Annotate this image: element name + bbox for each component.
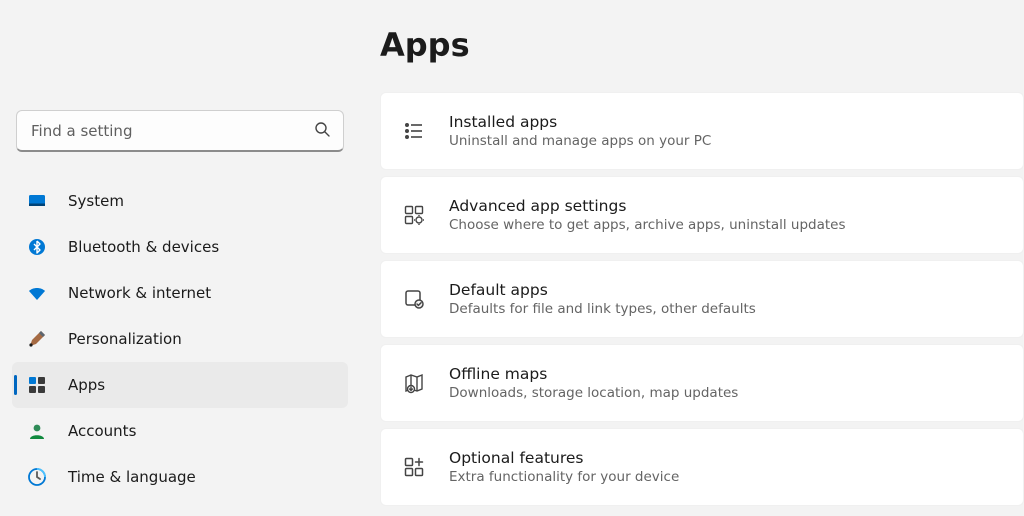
card-subtitle: Extra functionality for your device (449, 469, 679, 485)
card-subtitle: Choose where to get apps, archive apps, … (449, 217, 846, 233)
nav-item-label: Bluetooth & devices (68, 238, 219, 256)
offline-maps-icon (401, 370, 427, 396)
search-icon (314, 121, 330, 141)
nav-item-apps[interactable]: Apps (12, 362, 348, 408)
system-icon (26, 190, 48, 212)
card-text: Optional features Extra functionality fo… (449, 449, 679, 485)
nav-item-label: Network & internet (68, 284, 211, 302)
search-container (16, 110, 344, 152)
nav-item-label: Time & language (68, 468, 196, 486)
card-subtitle: Downloads, storage location, map updates (449, 385, 738, 401)
nav-item-accounts[interactable]: Accounts (12, 408, 348, 454)
apps-icon (26, 374, 48, 396)
cards-list: Installed apps Uninstall and manage apps… (380, 92, 1024, 506)
card-title: Installed apps (449, 113, 711, 131)
nav-item-time-language[interactable]: Time & language (12, 454, 348, 500)
time-language-icon (26, 466, 48, 488)
card-advanced-app-settings[interactable]: Advanced app settings Choose where to ge… (380, 176, 1024, 254)
default-apps-icon (401, 286, 427, 312)
optional-features-icon (401, 454, 427, 480)
bluetooth-icon (26, 236, 48, 258)
card-text: Installed apps Uninstall and manage apps… (449, 113, 711, 149)
nav-item-label: Apps (68, 376, 105, 394)
nav-item-personalization[interactable]: Personalization (12, 316, 348, 362)
settings-app: System Bluetooth & devices Network & int… (0, 0, 1024, 516)
advanced-settings-icon (401, 202, 427, 228)
accounts-icon (26, 420, 48, 442)
card-default-apps[interactable]: Default apps Defaults for file and link … (380, 260, 1024, 338)
nav-item-system[interactable]: System (12, 178, 348, 224)
card-title: Advanced app settings (449, 197, 846, 215)
card-text: Advanced app settings Choose where to ge… (449, 197, 846, 233)
sidebar-spacer (12, 0, 348, 110)
nav-item-network[interactable]: Network & internet (12, 270, 348, 316)
nav-item-label: Personalization (68, 330, 182, 348)
card-title: Optional features (449, 449, 679, 467)
nav-list: System Bluetooth & devices Network & int… (12, 178, 348, 500)
nav-item-bluetooth[interactable]: Bluetooth & devices (12, 224, 348, 270)
card-text: Offline maps Downloads, storage location… (449, 365, 738, 401)
sidebar: System Bluetooth & devices Network & int… (0, 0, 360, 516)
card-subtitle: Defaults for file and link types, other … (449, 301, 756, 317)
card-subtitle: Uninstall and manage apps on your PC (449, 133, 711, 149)
nav-item-label: Accounts (68, 422, 136, 440)
card-title: Default apps (449, 281, 756, 299)
network-icon (26, 282, 48, 304)
search-input[interactable] (16, 110, 344, 152)
installed-apps-icon (401, 118, 427, 144)
page-title: Apps (380, 26, 1024, 64)
main-content: Apps Installed apps Uninstall and manage… (360, 0, 1024, 516)
card-optional-features[interactable]: Optional features Extra functionality fo… (380, 428, 1024, 506)
card-title: Offline maps (449, 365, 738, 383)
card-offline-maps[interactable]: Offline maps Downloads, storage location… (380, 344, 1024, 422)
personalization-icon (26, 328, 48, 350)
card-installed-apps[interactable]: Installed apps Uninstall and manage apps… (380, 92, 1024, 170)
nav-item-label: System (68, 192, 124, 210)
card-text: Default apps Defaults for file and link … (449, 281, 756, 317)
